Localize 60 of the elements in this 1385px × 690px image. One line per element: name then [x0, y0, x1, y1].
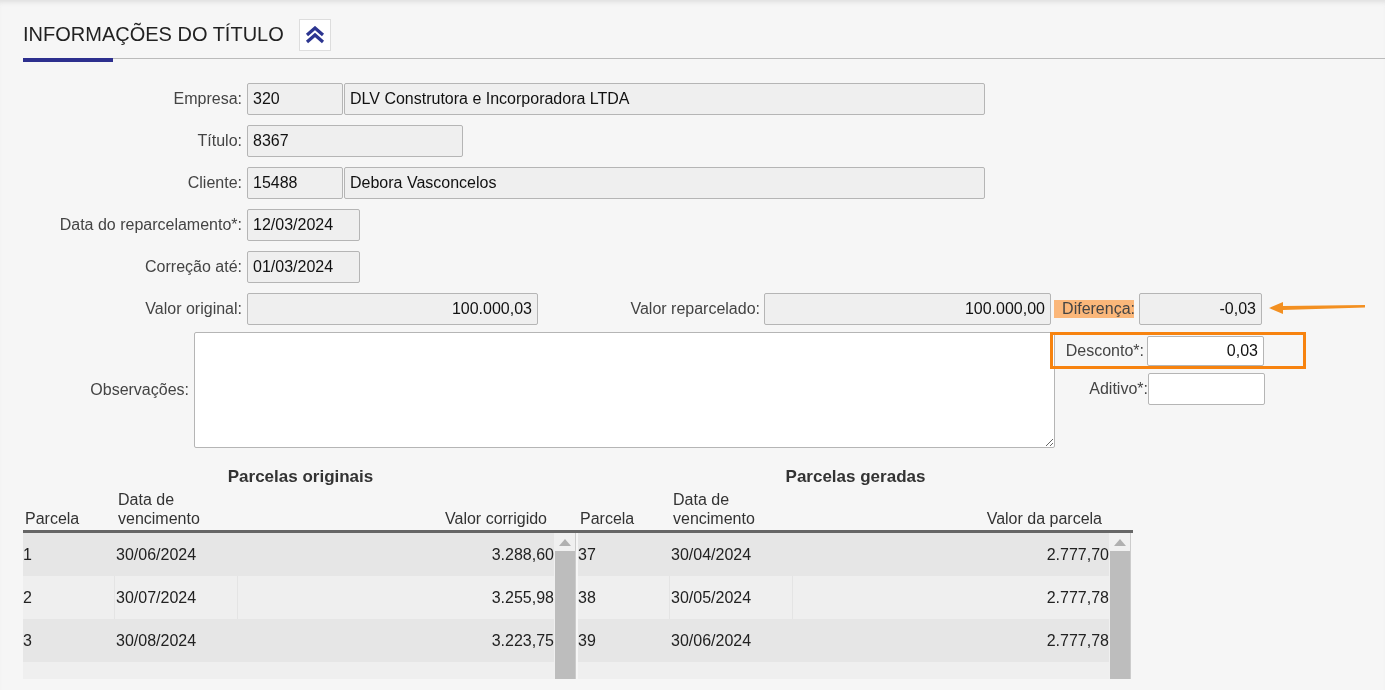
column-header: Data de vencimento — [673, 490, 756, 528]
section-title: INFORMAÇÕES DO TÍTULO — [23, 23, 284, 46]
chevron-up-icon — [304, 25, 325, 44]
field-label: Observações: — [89, 381, 190, 399]
field-label: Desconto*: — [1064, 341, 1145, 360]
column-header: Parcela — [579, 509, 636, 528]
amount-field[interactable]: 100.000,03 — [247, 293, 538, 325]
table-title: Parcelas originais — [226, 467, 375, 488]
table-cell-text: 37 — [578, 545, 597, 564]
scroll-up-icon[interactable] — [558, 539, 571, 546]
table-cell-text: 30/08/2024 — [115, 630, 198, 651]
text-area[interactable] — [194, 332, 1055, 448]
input-field[interactable] — [1148, 373, 1265, 405]
name-field[interactable]: Debora Vasconcelos — [344, 167, 985, 199]
table-cell-text: 38 — [578, 588, 597, 607]
input-field[interactable]: 8367 — [247, 125, 463, 157]
field-label: Empresa: — [172, 90, 243, 108]
table-cell-text: 3.223,75 — [490, 630, 554, 651]
table-cell-text: 2.777,70 — [1045, 544, 1109, 565]
column-header: Parcela — [24, 509, 81, 528]
table-cell-text: 39 — [578, 631, 597, 650]
table-row[interactable]: 1 30/06/2024 3.288,60 — [23, 533, 554, 576]
table-cell-text: 2.777,78 — [1045, 630, 1109, 651]
table-row[interactable]: 38 30/05/2024 2.777,78 — [578, 576, 1109, 619]
table-row[interactable]: 37 30/04/2024 2.777,70 — [578, 533, 1109, 576]
table-cell-text: 3 — [23, 631, 33, 650]
field-label: Data do reparcelamento*: — [58, 216, 243, 234]
field-label: Correção até: — [144, 258, 243, 276]
amount-field[interactable]: -0,03 — [1139, 293, 1262, 325]
column-header: Data de vencimento — [118, 490, 201, 528]
date-field[interactable]: 12/03/2024 — [247, 209, 360, 241]
column-header: Valor corrigido — [444, 509, 548, 528]
column-header: Valor da parcela — [985, 509, 1103, 528]
field-label: Valor reparcelado: — [629, 300, 761, 318]
scrollbar[interactable] — [1109, 533, 1131, 679]
table-cell-text: 3.288,60 — [490, 544, 554, 565]
scrollbar-thumb[interactable] — [554, 551, 575, 679]
date-field[interactable]: 01/03/2024 — [247, 251, 360, 283]
table-row[interactable]: 2 30/07/2024 3.255,98 — [23, 576, 554, 619]
table-cell-text: 2 — [23, 588, 33, 607]
table-cell-text: 30/06/2024 — [670, 630, 753, 651]
collapse-button[interactable] — [298, 18, 331, 51]
scroll-up-icon[interactable] — [1113, 539, 1126, 546]
table-cell-text: 1 — [23, 545, 33, 564]
table-title: Parcelas geradas — [784, 467, 927, 488]
scrollbar[interactable] — [554, 533, 576, 679]
field-label: Título: — [196, 132, 243, 150]
field-label: Cliente: — [186, 174, 243, 192]
table-row[interactable]: 3 30/08/2024 3.223,75 — [23, 619, 554, 662]
scrollbar-thumb[interactable] — [1109, 551, 1130, 679]
code-field[interactable]: 15488 — [247, 167, 343, 199]
input-field[interactable]: 0,03 — [1147, 335, 1264, 366]
amount-field[interactable]: 100.000,00 — [764, 293, 1051, 325]
name-field[interactable]: DLV Construtora e Incorporadora LTDA — [344, 83, 985, 115]
code-field[interactable]: 320 — [247, 83, 343, 115]
table-cell-text: 30/06/2024 — [115, 544, 198, 565]
table-row[interactable]: 39 30/06/2024 2.777,78 — [578, 619, 1109, 662]
field-label: Valor original: — [144, 300, 243, 318]
field-label: Aditivo*: — [1088, 380, 1148, 398]
table-cell-text: 30/04/2024 — [670, 544, 753, 565]
